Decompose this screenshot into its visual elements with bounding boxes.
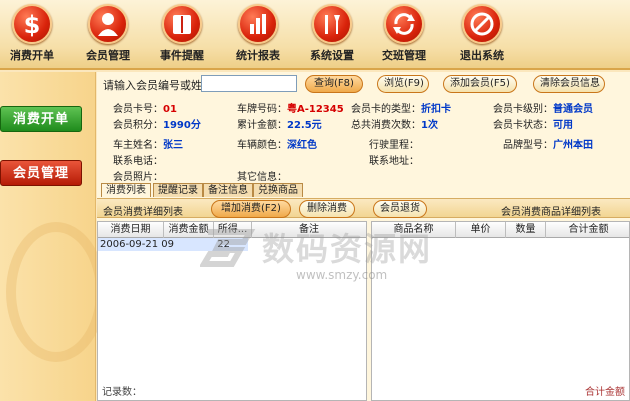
left-sidebar: 消费开单 会员管理 — [0, 72, 106, 401]
other-info-field: 其它信息： — [237, 172, 287, 183]
book-icon — [162, 4, 202, 44]
row-amount: 22 — [217, 239, 230, 250]
grid-header: 消费日期 消费金额 所得... 备注 — [98, 222, 366, 238]
toolbar-label: 事件提醒 — [160, 49, 204, 62]
card-level-field: 会员卡级别：普通会员 — [493, 104, 593, 115]
column-header[interactable]: 备注 — [252, 222, 366, 238]
dollar-icon: $ — [12, 4, 52, 44]
toolbar-exit-button[interactable]: 退出系统 — [452, 4, 512, 63]
column-header[interactable]: 消费金额 — [164, 222, 214, 238]
toolbar-label: 会员管理 — [86, 49, 130, 62]
tools-icon — [312, 4, 352, 44]
toolbar-label: 退出系统 — [460, 49, 504, 62]
search-input[interactable] — [201, 75, 297, 92]
brand-field: 品牌型号：广州本田 — [503, 140, 593, 151]
search-row: 请输入会员编号或姓名 查询(F8) 浏览(F9) 添加会员(F5) 清除会员信息 — [97, 72, 630, 96]
bar-chart-icon — [238, 4, 278, 44]
total-amount-footer: 合计金额 — [585, 387, 625, 398]
tab-bar: 消费列表 提醒记录 备注信息 兑换商品 — [101, 183, 630, 197]
svg-text:$: $ — [24, 11, 41, 39]
toolbar-report-button[interactable]: 统计报表 — [228, 4, 288, 63]
main-toolbar: $ 消费开单 会员管理 事件提醒 统计报表 系统设置 交班管理 退出系统 — [0, 0, 630, 70]
column-header[interactable]: 数量 — [506, 222, 546, 238]
toolbar-checkout-button[interactable]: $ 消费开单 — [2, 4, 62, 63]
right-list-title: 会员消费商品详细列表 — [501, 207, 601, 218]
plate-field: 车牌号码：粤A-12345 — [237, 104, 344, 115]
visits-field: 总共消费次数：1次 — [351, 120, 438, 131]
clear-member-button[interactable]: 清除会员信息 — [533, 75, 605, 93]
sidebar-checkout-button[interactable]: 消费开单 — [0, 106, 82, 132]
toolbar-shift-button[interactable]: 交班管理 — [374, 4, 434, 63]
card-type-field: 会员卡的类型：折扣卡 — [351, 104, 451, 115]
member-icon — [88, 4, 128, 44]
card-no-field: 会员卡号：01 — [113, 104, 177, 115]
column-header[interactable]: 合计金额 — [546, 222, 630, 238]
product-grid[interactable]: 商品名称 单价 数量 合计金额 合计金额 — [371, 221, 630, 401]
owner-field: 车主姓名：张三 — [113, 140, 183, 151]
toolbar-member-button[interactable]: 会员管理 — [78, 4, 138, 63]
car-color-field: 车辆颜色：深红色 — [237, 140, 317, 151]
tab-notes[interactable]: 备注信息 — [203, 183, 253, 197]
toolbar-label: 交班管理 — [382, 49, 426, 62]
grid-header: 商品名称 单价 数量 合计金额 — [372, 222, 629, 238]
sub-toolbar: 会员消费详细列表 增加消费(F2) 删除消费 会员退货 会员消费商品详细列表 — [97, 198, 630, 218]
column-header[interactable]: 商品名称 — [372, 222, 456, 238]
consumption-grid[interactable]: 消费日期 消费金额 所得... 备注 2006-09-21 09 22 记录数： — [97, 221, 367, 401]
toolbar-reminder-button[interactable]: 事件提醒 — [152, 4, 212, 63]
total-field: 累计金额：22.5元 — [237, 120, 322, 131]
stop-icon — [462, 4, 502, 44]
search-label: 请输入会员编号或姓名 — [103, 79, 213, 92]
tab-consumption[interactable]: 消费列表 — [101, 183, 151, 197]
card-status-field: 会员卡状态：可用 — [493, 120, 573, 131]
delete-consumption-button[interactable]: 删除消费 — [299, 200, 355, 218]
left-list-title: 会员消费详细列表 — [103, 207, 183, 218]
main-panel: 请输入会员编号或姓名 查询(F8) 浏览(F9) 添加会员(F5) 清除会员信息… — [97, 72, 630, 401]
record-count: 记录数： — [102, 387, 142, 398]
refresh-icon — [384, 4, 424, 44]
row-date: 2006-09-21 09 — [100, 239, 175, 250]
tab-exchange[interactable]: 兑换商品 — [253, 183, 303, 197]
address-field: 联系地址： — [369, 156, 419, 167]
toolbar-label: 统计报表 — [236, 49, 280, 62]
points-field: 会员积分：1990分 — [113, 120, 201, 131]
column-header[interactable]: 消费日期 — [98, 222, 164, 238]
toolbar-label: 消费开单 — [10, 49, 54, 62]
browse-button[interactable]: 浏览(F9) — [377, 75, 429, 93]
member-info: 会员卡号：01 车牌号码：粤A-12345 会员卡的类型：折扣卡 会员卡级别：普… — [97, 98, 630, 188]
add-member-button[interactable]: 添加会员(F5) — [443, 75, 517, 93]
tab-reminders[interactable]: 提醒记录 — [153, 183, 203, 197]
query-button[interactable]: 查询(F8) — [305, 75, 363, 93]
mileage-field: 行驶里程： — [369, 140, 419, 151]
table-row[interactable]: 2006-09-21 09 22 — [98, 238, 248, 251]
phone-field: 联系电话： — [113, 156, 163, 167]
member-return-button[interactable]: 会员退货 — [373, 200, 427, 218]
column-header[interactable]: 单价 — [456, 222, 506, 238]
add-consumption-button[interactable]: 增加消费(F2) — [211, 200, 291, 218]
column-header[interactable]: 所得... — [214, 222, 252, 238]
sidebar-member-button[interactable]: 会员管理 — [0, 160, 82, 186]
photo-field: 会员照片： — [113, 172, 163, 183]
toolbar-settings-button[interactable]: 系统设置 — [302, 4, 362, 63]
toolbar-label: 系统设置 — [310, 49, 354, 62]
